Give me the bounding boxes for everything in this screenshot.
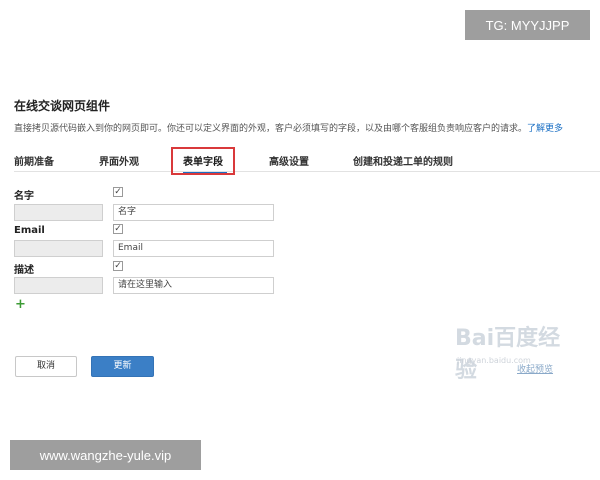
page-description: 直接拷贝源代码嵌入到你的网页即可。你还可以定义界面的外观，客户必须填写的字段，以… — [14, 121, 599, 134]
baidu-watermark: Bai百度经验 jingyan.baidu.com — [455, 320, 575, 383]
description-text: 直接拷贝源代码嵌入到你的网页即可。你还可以定义界面的外观，客户必须填写的字段，以… — [14, 124, 528, 134]
field-email-required-checkbox[interactable]: ✓ — [113, 224, 123, 234]
field-name-preview-input[interactable]: 名字 — [113, 204, 274, 221]
update-button[interactable]: 更新 — [91, 356, 154, 377]
plus-icon[interactable]: + — [15, 297, 26, 312]
field-email-label-input[interactable] — [14, 240, 103, 257]
watermark-website: www.wangzhe-yule.vip — [10, 440, 201, 470]
field-label-name: 名字 — [14, 191, 34, 202]
tab-ticket-rules[interactable]: 创建和投递工单的规则 — [353, 153, 453, 168]
tab-advanced-settings[interactable]: 高级设置 — [269, 153, 309, 168]
page-title: 在线交谈网页组件 — [14, 99, 111, 113]
watermark-telegram: TG: MYYJJPP — [465, 10, 590, 40]
field-description-label-input[interactable] — [14, 277, 103, 294]
field-name-label-input[interactable] — [14, 204, 103, 221]
field-description-required-checkbox[interactable]: ✓ — [113, 261, 123, 271]
cancel-button[interactable]: 取消 — [15, 356, 77, 377]
tab-bar: 前期准备 界面外观 表单字段 高级设置 创建和投递工单的规则 — [14, 146, 600, 172]
field-label-description: 描述 — [14, 265, 34, 276]
collapse-preview-link[interactable]: 收起预览 — [517, 362, 553, 375]
tab-appearance[interactable]: 界面外观 — [99, 153, 139, 168]
field-description-preview-input[interactable]: 请在这里输入 — [113, 277, 274, 294]
tab-preparation[interactable]: 前期准备 — [14, 153, 54, 168]
highlight-box — [171, 147, 235, 175]
field-email-preview-input[interactable]: Email — [113, 240, 274, 257]
field-label-email: Email — [14, 225, 45, 236]
field-name-required-checkbox[interactable]: ✓ — [113, 187, 123, 197]
learn-more-link[interactable]: 了解更多 — [527, 124, 563, 134]
